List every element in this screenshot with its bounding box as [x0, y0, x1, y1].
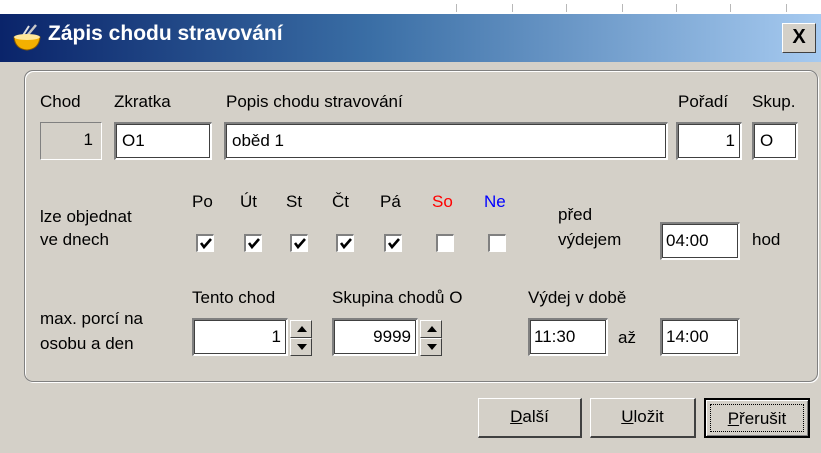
skupina-input[interactable]: 9999 — [332, 318, 418, 356]
window-title: Zápis chodu stravování — [48, 22, 283, 45]
chod-label: Chod — [40, 92, 81, 111]
spin-down-icon[interactable] — [420, 338, 442, 356]
spin-up-icon[interactable] — [290, 320, 312, 338]
day-checkbox-út[interactable] — [244, 234, 262, 252]
next-button-label: alší — [522, 407, 549, 426]
day-label-út: Út — [240, 192, 257, 211]
chod-field: 1 — [40, 122, 102, 160]
day-checkbox-so[interactable] — [436, 234, 454, 252]
save-button[interactable]: Uložit — [590, 398, 696, 438]
zkratka-label: Zkratka — [114, 92, 171, 111]
pred-label-line2: výdejem — [558, 230, 622, 249]
save-button-label: ložit — [633, 407, 664, 426]
poradi-label: Pořadí — [678, 92, 729, 111]
tento-chod-spinner[interactable] — [290, 320, 312, 356]
skup-input[interactable]: O — [752, 122, 798, 160]
vydej-from-input[interactable]: 11:30 — [528, 318, 608, 356]
spin-up-icon[interactable] — [420, 320, 442, 338]
close-button[interactable]: X — [782, 23, 816, 53]
zkratka-input[interactable]: O1 — [114, 122, 212, 160]
bowl-icon — [12, 23, 42, 53]
vydej-sep: až — [618, 328, 636, 347]
background-ruler — [0, 0, 821, 14]
vydej-label: Výdej v době — [528, 288, 627, 307]
interrupt-button-label: řerušit — [739, 409, 787, 428]
popis-label: Popis chodu stravování — [226, 92, 403, 111]
day-checkbox-st[interactable] — [290, 234, 308, 252]
checkmark-icon — [339, 238, 352, 250]
day-checkbox-po[interactable] — [196, 234, 214, 252]
pred-unit: hod — [752, 230, 781, 249]
poradi-input[interactable]: 1 — [676, 122, 742, 160]
checkmark-icon — [387, 238, 400, 250]
days-label-line2: ve dnech — [40, 230, 109, 249]
popis-input[interactable]: oběd 1 — [224, 122, 668, 160]
day-label-so: So — [432, 192, 453, 211]
dialog-window: Zápis chodu stravování X Chod Zkratka Po… — [0, 0, 821, 453]
day-label-ne: Ne — [484, 192, 506, 211]
checkmark-icon — [293, 238, 306, 250]
day-label-čt: Čt — [332, 192, 349, 211]
day-label-po: Po — [192, 192, 213, 211]
interrupt-button-accel: P — [727, 409, 740, 428]
interrupt-button[interactable]: Přerušit — [704, 398, 810, 438]
checkmark-icon — [199, 238, 212, 250]
close-icon: X — [792, 26, 806, 48]
day-checkbox-pá[interactable] — [384, 234, 402, 252]
checkmark-icon — [247, 238, 260, 250]
pred-label-line1: před — [558, 205, 593, 224]
vydej-to-input[interactable]: 14:00 — [660, 318, 740, 356]
skupina-spinner[interactable] — [420, 320, 442, 356]
skupina-label: Skupina chodů O — [332, 288, 463, 307]
tento-chod-input[interactable]: 1 — [192, 318, 288, 356]
limits-label-line1: max. porcí na — [40, 309, 143, 328]
day-checkbox-čt[interactable] — [336, 234, 354, 252]
spin-down-icon[interactable] — [290, 338, 312, 356]
pred-vydejem-input[interactable]: 04:00 — [660, 222, 740, 260]
save-button-accel: U — [621, 407, 634, 426]
next-button[interactable]: Další — [478, 398, 582, 438]
limits-label-line2: osobu a den — [40, 334, 134, 353]
title-bar[interactable]: Zápis chodu stravování X — [0, 14, 821, 62]
next-button-accel: D — [510, 407, 523, 426]
days-label-line1: lze objednat — [40, 207, 132, 226]
day-label-st: St — [286, 192, 303, 211]
day-label-pá: Pá — [380, 192, 401, 211]
tento-chod-label: Tento chod — [192, 288, 276, 307]
day-checkbox-ne[interactable] — [488, 234, 506, 252]
skup-label: Skup. — [752, 92, 796, 111]
